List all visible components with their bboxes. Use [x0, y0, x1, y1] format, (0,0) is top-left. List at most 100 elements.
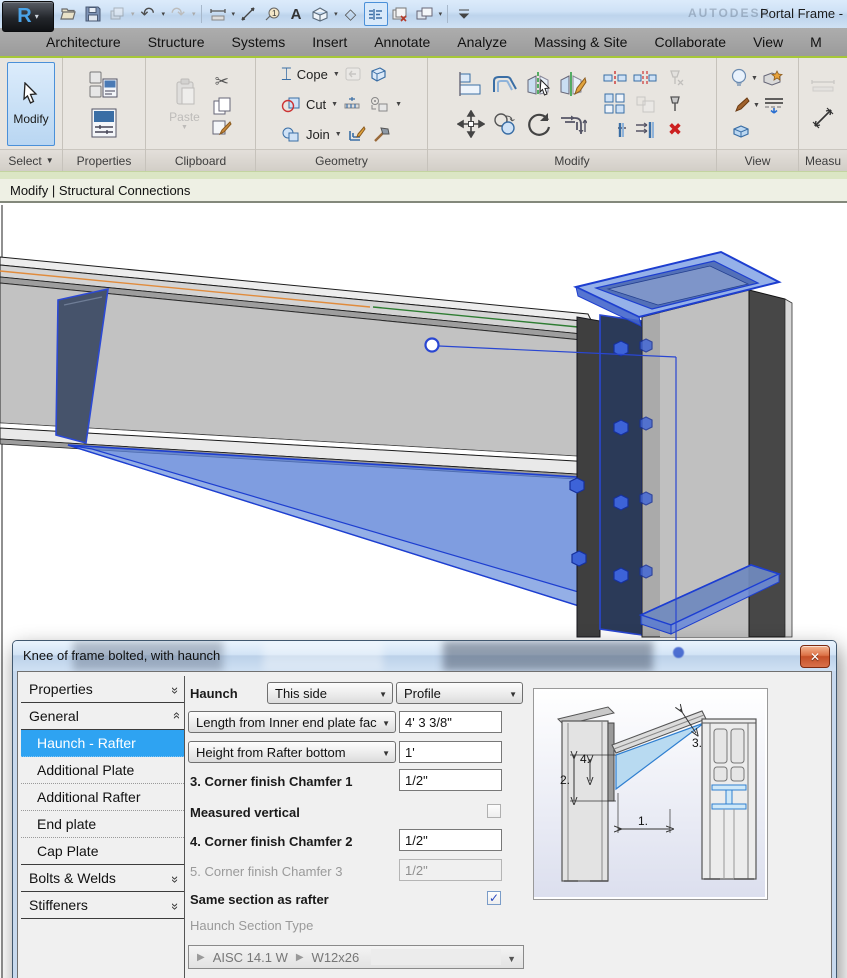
section-size-value[interactable]: W12x26 — [312, 950, 360, 965]
tab-structure[interactable]: Structure — [148, 34, 205, 50]
measure-between-refs-icon[interactable] — [811, 106, 835, 130]
properties-panel-label[interactable]: Properties — [63, 149, 145, 171]
sidebar-item-additional-rafter[interactable]: Additional Rafter — [21, 784, 184, 811]
dimension-caret-icon[interactable]: ▾ — [232, 10, 236, 18]
unjoin-elements-icon[interactable] — [368, 96, 390, 113]
tab-insert[interactable]: Insert — [312, 34, 347, 50]
array-icon[interactable] — [604, 93, 626, 115]
haunch-section-type-combo[interactable]: ▶ AISC 14.1 W ▶ W12x26 ▼ — [188, 945, 524, 969]
sidebar-item-additional-plate[interactable]: Additional Plate — [21, 757, 184, 784]
default-3d-view-icon[interactable] — [309, 3, 331, 25]
aligned-dimension-icon[interactable] — [207, 3, 229, 25]
paste-button[interactable]: Paste ▼ — [169, 78, 200, 131]
tab-architecture[interactable]: Architecture — [46, 34, 121, 50]
unpin-icon[interactable] — [665, 69, 685, 87]
trim-extend-multiple-icon[interactable] — [634, 121, 656, 139]
tab-view[interactable]: View — [753, 34, 783, 50]
height-reference-dropdown[interactable]: Height from Rafter bottom▼ — [188, 741, 396, 763]
demolish-hammer-icon[interactable] — [372, 125, 392, 143]
pin-icon[interactable] — [667, 95, 683, 113]
tab-manage-cut[interactable]: M — [810, 34, 822, 50]
delete-icon[interactable]: ✖ — [668, 120, 682, 140]
same-section-checkbox[interactable]: ✓ — [487, 891, 501, 905]
sidebar-item-cap-plate[interactable]: Cap Plate — [21, 838, 184, 865]
sidebar-item-bolts-welds[interactable]: Bolts & Welds » — [21, 865, 184, 892]
open-file-icon[interactable] — [58, 3, 80, 25]
section-family-value[interactable]: AISC 14.1 W — [213, 950, 288, 965]
tab-collaborate[interactable]: Collaborate — [654, 34, 726, 50]
edit-wall-joins-icon[interactable] — [347, 125, 367, 143]
sidebar-item-general[interactable]: General » — [21, 703, 184, 730]
undo-caret-icon[interactable]: ▾ — [162, 10, 166, 18]
mirror-draw-axis-icon[interactable] — [558, 70, 588, 98]
select-panel-label[interactable]: Select▼ — [0, 149, 62, 171]
apply-coping-icon[interactable] — [345, 66, 363, 82]
sync-caret-icon[interactable]: ▾ — [131, 10, 135, 18]
redo-caret-icon[interactable]: ▾ — [192, 10, 196, 18]
measure-panel-label[interactable]: Measu — [799, 149, 847, 171]
trim-extend-single-icon[interactable] — [604, 122, 626, 138]
text-icon[interactable]: A — [285, 3, 307, 25]
sidebar-item-haunch-rafter[interactable]: Haunch - Rafter — [21, 730, 184, 757]
clipboard-panel-label[interactable]: Clipboard — [146, 149, 255, 171]
sidebar-item-end-plate[interactable]: End plate — [21, 811, 184, 838]
tab-annotate[interactable]: Annotate — [374, 34, 430, 50]
selection-box-icon[interactable] — [730, 123, 752, 139]
properties-palette-icon[interactable] — [91, 108, 117, 138]
tab-massing-site[interactable]: Massing & Site — [534, 34, 627, 50]
mirror-pick-axis-icon[interactable] — [524, 70, 554, 98]
trim-corner-icon[interactable] — [559, 110, 587, 138]
dialog-close-button[interactable]: ✕ — [800, 645, 830, 668]
rotate-icon[interactable] — [525, 110, 553, 138]
offset-icon[interactable] — [491, 73, 519, 95]
view-caret-icon[interactable]: ▾ — [334, 10, 338, 18]
sync-with-central-icon[interactable] — [106, 3, 128, 25]
haunch-shape-dropdown[interactable]: Profile▼ — [396, 682, 523, 704]
measure-line-icon[interactable] — [237, 3, 259, 25]
save-icon[interactable] — [82, 3, 104, 25]
end-plate[interactable] — [600, 315, 642, 635]
measure-ruler-icon[interactable] — [810, 78, 836, 92]
haunch-side-dropdown[interactable]: This side▼ — [267, 682, 393, 704]
copy-icon[interactable] — [492, 112, 518, 136]
join-button[interactable]: Join — [306, 127, 330, 142]
tag-by-category-icon[interactable]: 1 — [261, 3, 283, 25]
modify-panel-label[interactable]: Modify — [428, 149, 716, 171]
modify-tool-button[interactable]: Modify — [7, 62, 55, 146]
linework-icon[interactable] — [763, 96, 785, 114]
customize-qat-icon[interactable] — [453, 3, 475, 25]
lightbulb-icon[interactable] — [730, 68, 748, 88]
copy-to-clipboard-icon[interactable] — [213, 97, 231, 115]
close-hidden-windows-icon[interactable] — [390, 3, 412, 25]
type-properties-icon[interactable] — [89, 70, 119, 100]
cut-to-clipboard-icon[interactable]: ✂ — [215, 72, 229, 92]
chamfer1-input[interactable]: 1/2" — [399, 769, 502, 791]
chamfer2-input[interactable]: 1/2" — [399, 829, 502, 851]
cut-button[interactable]: Cut — [306, 97, 326, 112]
dialog-title-bar[interactable]: Knee of frame bolted, with haunch ✕ — [13, 641, 836, 671]
new-3d-view-icon[interactable] — [761, 69, 783, 87]
match-type-properties-icon[interactable] — [212, 120, 232, 136]
thin-lines-icon[interactable] — [364, 2, 388, 26]
sidebar-item-properties[interactable]: Properties » — [21, 676, 184, 703]
split-with-gap-icon[interactable] — [633, 71, 657, 85]
switch-caret-icon[interactable]: ▾ — [439, 10, 443, 18]
geometry-panel-label[interactable]: Geometry — [256, 149, 427, 171]
align-ruler-icon[interactable] — [343, 96, 363, 113]
length-reference-dropdown[interactable]: Length from Inner end plate fac▼ — [188, 711, 396, 733]
cope-button[interactable]: Cope — [297, 67, 328, 82]
section-icon[interactable]: ◇ — [340, 3, 362, 25]
move-icon[interactable] — [457, 110, 485, 138]
view-panel-label[interactable]: View — [717, 149, 798, 171]
application-menu-button[interactable]: R ▾ — [2, 1, 54, 32]
sidebar-item-stiffeners[interactable]: Stiffeners » — [21, 892, 184, 919]
split-element-icon[interactable] — [603, 71, 627, 85]
undo-icon[interactable]: ↶ — [137, 3, 159, 25]
tab-systems[interactable]: Systems — [232, 34, 286, 50]
scale-icon[interactable] — [635, 95, 655, 113]
beam-joins-icon[interactable] — [368, 66, 388, 83]
switch-windows-icon[interactable] — [414, 3, 436, 25]
graphics-brush-icon[interactable] — [730, 96, 750, 114]
height-value-input[interactable]: 1' — [399, 741, 502, 763]
length-value-input[interactable]: 4' 3 3/8" — [399, 711, 502, 733]
